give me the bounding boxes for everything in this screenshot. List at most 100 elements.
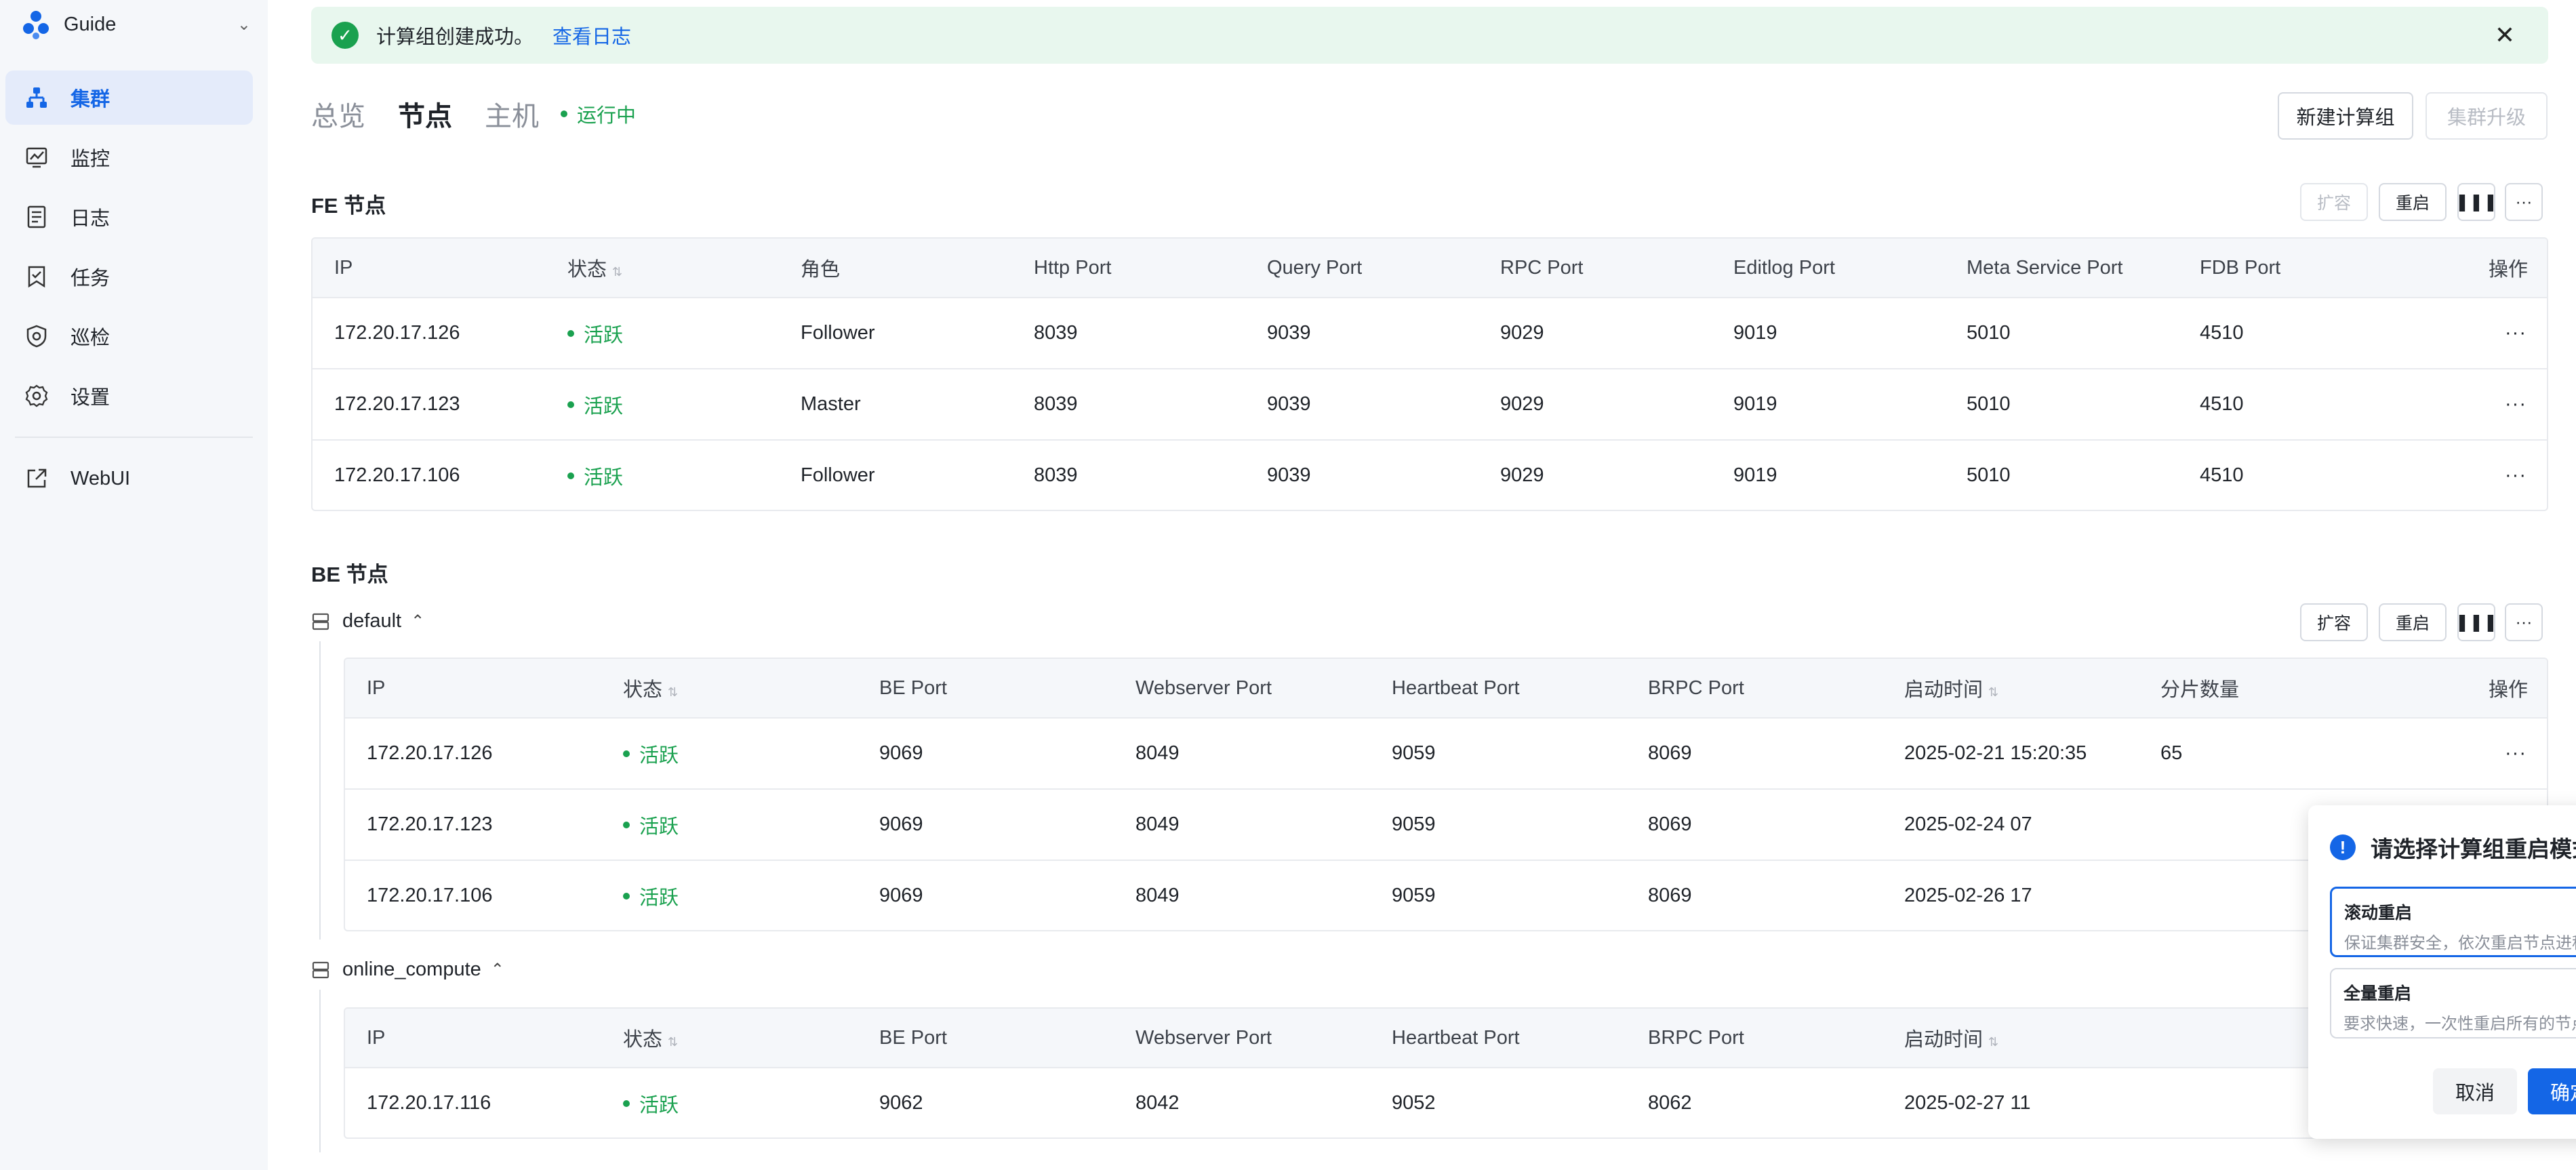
cell-webserver-port: 8049 [1135, 885, 1180, 906]
cell-meta-port: 5010 [1967, 322, 2011, 344]
tab-overview[interactable]: 总览 [311, 94, 365, 134]
tab-hosts[interactable]: 主机 [485, 94, 539, 134]
sidebar-item-inspect[interactable]: 巡检 [5, 309, 253, 363]
more-icon[interactable]: ··· [2505, 603, 2543, 641]
cell-start-time: 2025-02-26 17 [1904, 885, 2032, 906]
col-actions: 操作 [2489, 259, 2529, 281]
col-ip: IP [334, 256, 353, 279]
cell-fdb-port: 4510 [2200, 322, 2244, 344]
cell-webserver-port: 8042 [1135, 1092, 1180, 1114]
cell-be-port: 9069 [879, 885, 923, 906]
col-start-time[interactable]: 启动时间 ⇅ [1904, 674, 1998, 702]
cell-fdb-port: 4510 [2200, 464, 2244, 486]
column-settings-icon[interactable]: ❚❚❚ [2455, 183, 2497, 221]
status-label: 活跃 [639, 815, 679, 838]
workspace-switcher[interactable]: Guide ⌄ [20, 5, 251, 43]
cancel-button[interactable]: 取消 [2433, 1068, 2517, 1114]
fe-scale-button[interactable]: 扩容 [2300, 183, 2368, 221]
sidebar-item-log[interactable]: 日志 [5, 190, 253, 244]
popover-question: 请选择计算组重启模式? [2371, 836, 2576, 862]
cell-brpc-port: 8062 [1648, 1092, 1692, 1114]
cell-heartbeat-port: 9059 [1392, 813, 1436, 835]
row-more-icon[interactable]: ··· [2505, 322, 2527, 344]
sidebar-item-label: 监控 [71, 148, 110, 170]
column-settings-icon[interactable]: ❚❚❚ [2455, 603, 2497, 641]
status-dot [623, 750, 630, 757]
full-restart-option[interactable]: 全量重启 要求快速，一次性重启所有的节点 [2330, 968, 2576, 1038]
be-default-table: IP 状态 ⇅ BE Port Webserver Port Heartbeat … [344, 658, 2548, 931]
col-status-label: 状态 [623, 1029, 663, 1051]
sidebar-item-label: 任务 [71, 268, 110, 289]
be-online-compute-table: IP 状态 ⇅ BE Port Webserver Port Heartbeat … [344, 1007, 2548, 1139]
cell-heartbeat-port: 9052 [1392, 1092, 1436, 1114]
col-ip: IP [367, 677, 386, 699]
view-log-link[interactable]: 查看日志 [552, 21, 631, 49]
col-heartbeat-port: Heartbeat Port [1392, 1026, 1520, 1049]
new-compute-group-button[interactable]: 新建计算组 [2278, 92, 2413, 140]
col-start-time-label: 启动时间 [1904, 1029, 1984, 1051]
confirm-button[interactable]: 确定 [2528, 1068, 2576, 1114]
group-name: online_compute [342, 959, 481, 980]
chevron-down-icon: ⌄ [237, 15, 251, 34]
col-brpc-port: BRPC Port [1648, 1026, 1744, 1049]
cell-rpc-port: 9029 [1500, 464, 1544, 486]
sidebar-item-webui[interactable]: WebUI [5, 451, 253, 506]
cell-be-port: 9069 [879, 742, 923, 764]
cell-brpc-port: 8069 [1648, 885, 1692, 906]
col-status[interactable]: 状态 ⇅ [567, 254, 622, 282]
row-more-icon[interactable]: ··· [2505, 464, 2527, 487]
col-query-port: Query Port [1267, 256, 1363, 279]
rolling-restart-option[interactable]: 滚动重启 保证集群安全，依次重启节点进程 [2330, 887, 2576, 957]
cell-rpc-port: 9029 [1500, 393, 1544, 415]
page-tabs: 总览 节点 主机 运行中 [311, 94, 636, 134]
fe-table-header: IP 状态 ⇅ 角色 Http Port Query Port RPC Port … [313, 239, 2547, 297]
cell-role: Follower [801, 464, 875, 486]
table-row: 172.20.17.116 活跃 9062 8042 9052 8062 202… [345, 1067, 2547, 1137]
alert-message: 计算组创建成功。 [376, 26, 534, 48]
cluster-upgrade-button[interactable]: 集群升级 [2426, 92, 2548, 140]
info-icon: ! [2330, 834, 2356, 860]
sidebar: Guide ⌄ 集群 监控 日志 任务 巡检 设置 WebUI [0, 0, 268, 1170]
table-row: 172.20.17.126 活跃 9069 8049 9059 8069 202… [345, 717, 2547, 788]
sidebar-item-label: 日志 [71, 208, 110, 230]
cell-role: Follower [801, 322, 875, 344]
col-fdb-port: FDB Port [2200, 256, 2281, 279]
task-icon [23, 263, 50, 290]
close-icon[interactable]: ✕ [2489, 19, 2521, 52]
col-start-time[interactable]: 启动时间 ⇅ [1904, 1024, 1998, 1052]
more-icon[interactable]: ··· [2505, 183, 2543, 221]
sidebar-item-monitor[interactable]: 监控 [5, 130, 253, 184]
cell-rpc-port: 9029 [1500, 322, 1544, 344]
cell-status: 活跃 [623, 811, 679, 839]
cell-editlog-port: 9019 [1733, 393, 1777, 415]
col-ip: IP [367, 1026, 386, 1049]
status-label: 活跃 [584, 466, 624, 489]
table-row: 172.20.17.106 活跃 9069 8049 9059 8069 202… [345, 860, 2547, 930]
cell-start-time: 2025-02-21 15:20:35 [1904, 742, 2087, 764]
check-circle-icon: ✓ [331, 22, 359, 49]
sidebar-item-settings[interactable]: 设置 [5, 369, 253, 423]
status-dot [567, 401, 574, 408]
fe-restart-button[interactable]: 重启 [2379, 183, 2447, 221]
col-start-time-label: 启动时间 [1904, 679, 1984, 701]
row-more-icon[interactable]: ··· [2505, 393, 2527, 416]
cell-status: 活跃 [567, 390, 623, 419]
col-status[interactable]: 状态 ⇅ [623, 674, 678, 702]
sidebar-item-task[interactable]: 任务 [5, 249, 253, 304]
cell-query-port: 9039 [1267, 393, 1311, 415]
be-table-header: IP 状态 ⇅ BE Port Webserver Port Heartbeat … [345, 659, 2547, 717]
cell-meta-port: 5010 [1967, 393, 2011, 415]
row-more-icon[interactable]: ··· [2505, 742, 2527, 765]
col-be-port: BE Port [879, 1026, 947, 1049]
option-desc: 保证集群安全，依次重启节点进程 [2344, 934, 2576, 952]
cell-status: 活跃 [623, 882, 679, 910]
be-default-restart-button[interactable]: 重启 [2379, 603, 2447, 641]
tab-nodes[interactable]: 节点 [398, 94, 452, 134]
group-online-compute-toggle[interactable]: online_compute ⌃ [311, 959, 504, 981]
group-default-toggle[interactable]: default ⌃ [311, 610, 424, 632]
sidebar-item-cluster[interactable]: 集群 [5, 70, 253, 125]
be-default-scale-button[interactable]: 扩容 [2300, 603, 2368, 641]
be-section-title: BE 节点 [311, 563, 388, 586]
col-status[interactable]: 状态 ⇅ [623, 1024, 678, 1052]
col-status-label: 状态 [567, 259, 607, 281]
